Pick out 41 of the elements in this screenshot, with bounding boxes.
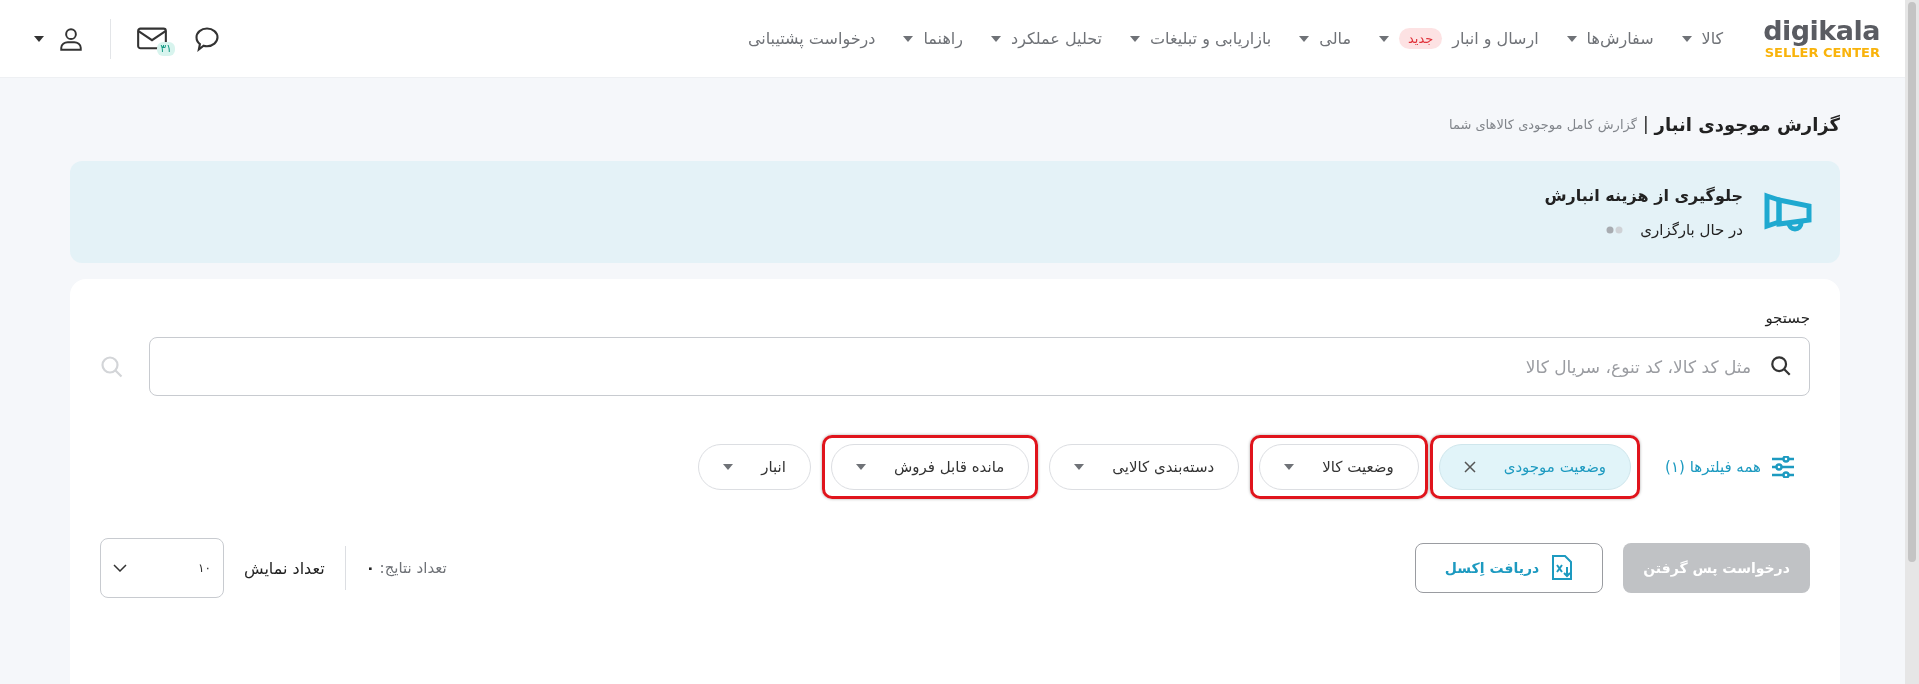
- nav-menu-item[interactable]: درخواست پشتیبانی: [747, 29, 876, 48]
- filter-chip[interactable]: وضعیت کالا: [1259, 444, 1419, 490]
- filter-chip[interactable]: دسته‌بندی کالایی: [1049, 444, 1240, 490]
- title-separator: |: [1642, 114, 1649, 134]
- nav-menu-item[interactable]: تحلیل عملکرد: [991, 29, 1102, 48]
- caret-icon: [1074, 464, 1085, 470]
- banner-title: جلوگیری از هزینه انبارش: [1544, 185, 1743, 205]
- caret-icon: [723, 464, 734, 470]
- scrollbar[interactable]: [1905, 0, 1919, 684]
- close-icon[interactable]: [1463, 461, 1476, 473]
- search-icon: [1770, 355, 1792, 377]
- page-title: گزارش موجودی انبار: [1654, 113, 1840, 135]
- sliders-icon: [1771, 456, 1795, 478]
- all-filters-button[interactable]: همه فیلترها (۱): [1665, 456, 1795, 478]
- page-subtitle: گزارش کامل موجودی کالاهای شما: [1448, 116, 1637, 132]
- loading-dots-icon: [1606, 225, 1625, 234]
- filter-chip[interactable]: وضعیت موجودی: [1438, 444, 1632, 490]
- page-size-label: تعداد نمایش: [244, 558, 325, 578]
- filter-chip[interactable]: مانده قابل فروش: [830, 444, 1030, 490]
- unread-count-badge: ۳۱: [157, 41, 175, 56]
- logo[interactable]: digikala SELLER CENTER: [1763, 17, 1880, 60]
- logo-tagline: SELLER CENTER: [1764, 45, 1880, 60]
- logo-wordmark: digikala: [1763, 17, 1880, 45]
- nav-menu-item[interactable]: سفارش‌ها: [1566, 29, 1654, 48]
- excel-file-icon: [1551, 555, 1574, 581]
- caret-icon: [1284, 464, 1295, 470]
- search-field[interactable]: مثل کد کالا، کد تنوع، سریال کالا: [149, 337, 1810, 396]
- nav-menu-item[interactable]: کالا: [1681, 29, 1724, 48]
- loading-status: در حال بارگزاری: [1640, 220, 1743, 239]
- new-badge: جدید: [1398, 28, 1443, 49]
- nav-menu-item[interactable]: مالی: [1299, 29, 1351, 48]
- nav-menu-item[interactable]: بازاریابی و تبلیغات: [1130, 29, 1272, 48]
- page-size-select[interactable]: ۱۰: [100, 538, 224, 598]
- results-count: تعداد نتایج: ۰: [365, 559, 447, 577]
- excel-download-button[interactable]: دریافت اِکسل: [1415, 543, 1603, 593]
- caret-icon: [855, 464, 866, 470]
- filter-chip[interactable]: انبار: [698, 444, 811, 490]
- chevron-down-icon: [113, 564, 127, 572]
- nav-menu-item[interactable]: راهنما: [903, 29, 963, 48]
- search-label: جستجو: [1764, 309, 1810, 327]
- nav-menu-item[interactable]: ارسال و انبار جدید: [1378, 28, 1539, 49]
